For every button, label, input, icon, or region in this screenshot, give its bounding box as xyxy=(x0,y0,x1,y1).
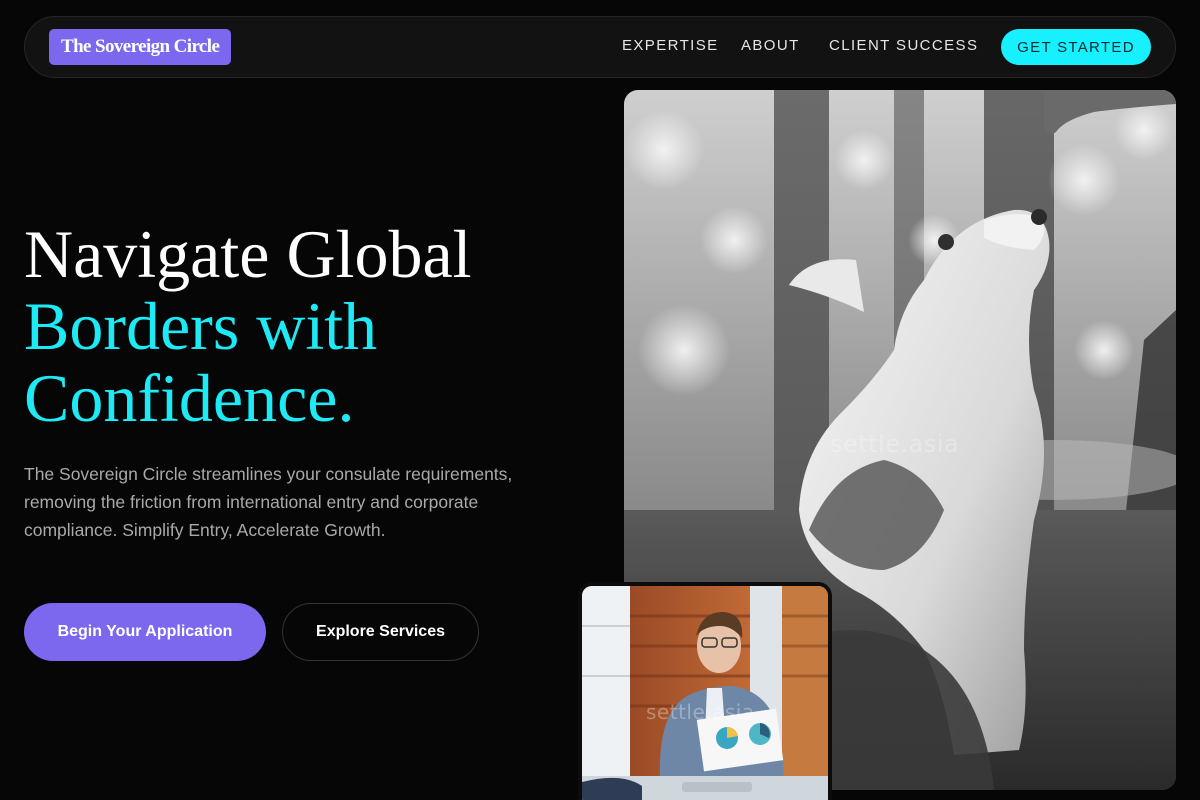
hero-headline: Navigate Global Borders with Confidence. xyxy=(24,218,584,434)
main-photo-watermark: settle.asia xyxy=(830,430,960,458)
nav-link-about[interactable]: ABOUT xyxy=(741,37,800,54)
inset-photo-watermark: settle.asia xyxy=(646,700,755,724)
inset-photo-consultant: settle.asia xyxy=(578,582,832,800)
headline-line-2: Borders with xyxy=(24,288,378,364)
consultant-illustration xyxy=(582,586,828,800)
brand-logo[interactable]: The Sovereign Circle xyxy=(49,29,232,65)
nav-link-expertise[interactable]: EXPERTISE xyxy=(622,37,719,54)
headline-line-1: Navigate Global xyxy=(24,216,472,292)
begin-application-button[interactable]: Begin Your Application xyxy=(24,603,266,661)
nav-link-client-success[interactable]: CLIENT SUCCESS xyxy=(829,37,978,54)
hero-description: The Sovereign Circle streamlines your co… xyxy=(24,464,513,540)
top-navigation: The Sovereign Circle EXPERTISE ABOUT CLI… xyxy=(24,16,1176,78)
headline-line-3: Confidence. xyxy=(24,360,355,436)
get-started-button[interactable]: GET STARTED xyxy=(1001,29,1151,65)
explore-services-button[interactable]: Explore Services xyxy=(282,603,479,661)
